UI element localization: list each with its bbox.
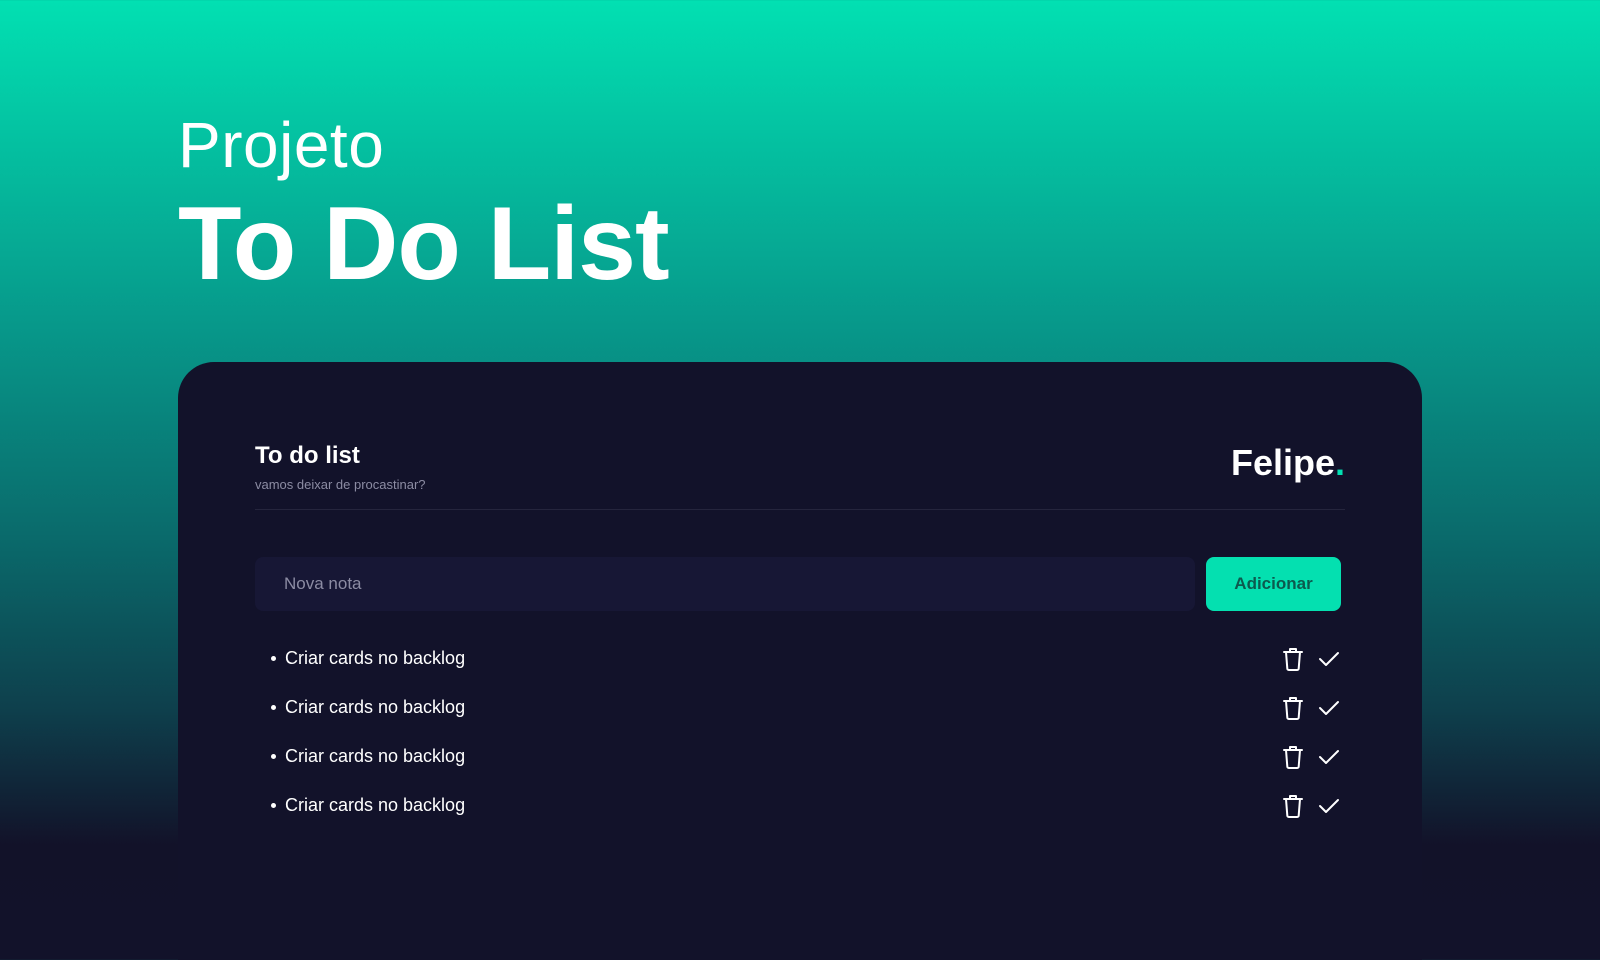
hero-subtitle: Projeto: [178, 109, 385, 181]
task-list: Criar cards no backlog Criar cards no ba…: [255, 634, 1345, 830]
bullet-icon: [271, 705, 276, 710]
task-text: Criar cards no backlog: [285, 795, 466, 815]
task-text: Criar cards no backlog: [285, 697, 466, 717]
task-actions: [1281, 683, 1341, 732]
task-text: Criar cards no backlog: [285, 648, 466, 668]
hero-section: Projeto To Do List: [178, 108, 670, 302]
trash-icon[interactable]: [1281, 794, 1305, 818]
brand-dot: .: [1334, 442, 1345, 483]
hero-title: To Do List: [178, 186, 670, 302]
todo-card: To do list vamos deixar de procastinar? …: [178, 362, 1422, 960]
new-note-input[interactable]: [255, 557, 1195, 611]
check-icon[interactable]: [1317, 696, 1341, 720]
trash-icon[interactable]: [1281, 696, 1305, 720]
task-item: Criar cards no backlog: [255, 634, 1345, 683]
bullet-icon: [271, 656, 276, 661]
trash-icon[interactable]: [1281, 745, 1305, 769]
task-actions: [1281, 634, 1341, 683]
card-header: To do list vamos deixar de procastinar? …: [255, 442, 1345, 510]
trash-icon[interactable]: [1281, 647, 1305, 671]
app-subtitle: vamos deixar de procastinar?: [255, 477, 426, 492]
check-icon[interactable]: [1317, 647, 1341, 671]
task-actions: [1281, 781, 1341, 830]
check-icon[interactable]: [1317, 745, 1341, 769]
bullet-icon: [271, 754, 276, 759]
task-item: Criar cards no backlog: [255, 732, 1345, 781]
task-actions: [1281, 732, 1341, 781]
task-text: Criar cards no backlog: [285, 746, 466, 766]
bullet-icon: [271, 803, 276, 808]
check-icon[interactable]: [1317, 794, 1341, 818]
add-button[interactable]: Adicionar: [1206, 557, 1341, 611]
task-item: Criar cards no backlog: [255, 781, 1345, 830]
app-title: To do list: [255, 442, 360, 469]
task-item: Criar cards no backlog: [255, 683, 1345, 732]
brand-logo: Felipe.: [1231, 442, 1345, 484]
brand-name: Felipe: [1230, 442, 1335, 483]
